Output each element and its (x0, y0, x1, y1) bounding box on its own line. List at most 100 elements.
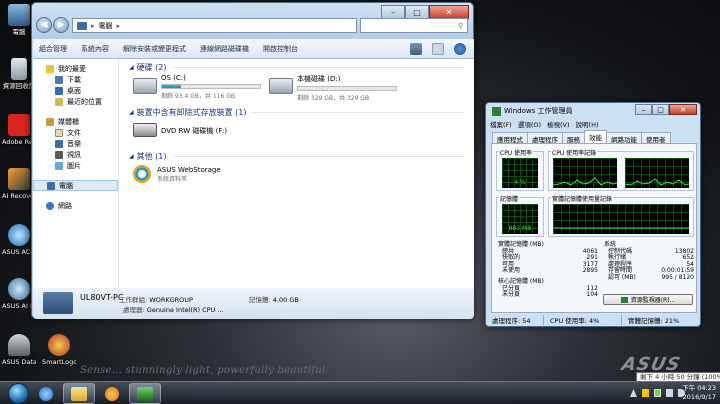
nav-recent-places[interactable]: 最近的位置 (33, 96, 118, 107)
taskbar: 下午 04:23 2016/9/17 (0, 381, 720, 404)
padlock-icon (8, 334, 30, 356)
preview-pane-icon[interactable] (432, 43, 444, 55)
forward-button[interactable]: ▶ (53, 17, 69, 33)
nav-documents[interactable]: 文件 (33, 127, 118, 138)
nav-label: 圖片 (67, 161, 81, 170)
physical-memory-stats: 實體記憶體 (MB) 總共 4061 快取的 291 可用 3177 未使用 2895 (498, 241, 598, 275)
cpu-usage-frame: CPU 使用率 4 % (496, 148, 544, 191)
start-button[interactable] (8, 383, 29, 404)
nav-network[interactable]: 網路 (33, 200, 118, 211)
group-header-removable[interactable]: ◢ 裝置中含有卸除式存放裝置 (1) (129, 107, 464, 118)
explorer-titlebar[interactable]: – □ ✕ ◀ ▶ ▸ 電腦 ▸ ⚲ (32, 3, 473, 39)
show-hidden-icons[interactable] (630, 389, 637, 397)
menu-view[interactable]: 檢視(V) (547, 119, 570, 129)
memory-row: 記憶體: 4.00 GB (249, 294, 299, 304)
system-properties-button[interactable]: 系統內容 (81, 44, 109, 54)
details-pane: UL80VT-PC 工作群組: WORKGROUP 記憶體: 4.00 GB 處… (33, 288, 474, 319)
tab-performance[interactable]: 效能 (584, 130, 607, 143)
computer-name: UL80VT-PC (80, 293, 124, 302)
button-label: 資源監視器(R)... (630, 297, 676, 304)
computer-icon (47, 181, 55, 190)
task-manager-titlebar[interactable]: Windows 工作管理員 (492, 106, 572, 116)
internet-explorer-icon (39, 386, 53, 401)
status-processes: 處理程序: 54 (486, 315, 544, 325)
media-player-icon (105, 386, 119, 401)
minimize-button[interactable]: – (381, 5, 405, 19)
drive-c[interactable]: OS (C:) 剩餘 93.4 GB，共 116 GB (133, 74, 261, 100)
close-button[interactable]: ✕ (669, 104, 697, 115)
organize-button[interactable]: 組合管理 (39, 44, 67, 54)
drive-usage-bar (161, 84, 261, 89)
computer-icon (77, 21, 87, 30)
frame-caption: CPU 使用率記錄 (551, 148, 598, 157)
maximize-button[interactable]: □ (652, 104, 669, 115)
taskbar-explorer[interactable] (63, 383, 95, 404)
processor-row: 處理器: Genuine Intel(R) CPU ... (123, 304, 224, 314)
collapse-icon: ◢ (129, 153, 134, 160)
drive-d[interactable]: 本機磁碟 (D:) 剩餘 329 GB，共 329 GB (269, 74, 397, 102)
tab-applications[interactable]: 應用程式 (492, 132, 528, 144)
menu-options[interactable]: 選項(O) (518, 119, 541, 129)
drive-name: OS (C:) (161, 74, 186, 82)
tab-networking[interactable]: 網路功能 (606, 132, 642, 144)
nav-favorites[interactable]: 我的最愛 (33, 63, 118, 74)
window-controls: – □ ✕ (381, 5, 469, 19)
stat-value: 104 (586, 291, 598, 299)
computer-icon (43, 292, 73, 314)
desktop-icon-smartlogon[interactable]: SmartLogon Manager (42, 334, 76, 366)
menu-bar: 檔案(F) 選項(O) 檢視(V) 說明(H) (490, 119, 599, 129)
star-icon (46, 64, 54, 73)
nav-label: 桌面 (67, 86, 81, 95)
minimize-button[interactable]: – (635, 104, 652, 115)
navigation-pane: 我的最愛 下載 桌面 最近的位置 媒體櫃 文件 音樂 視訊 圖片 電腦 網路 (33, 59, 119, 288)
task-manager-icon (137, 386, 153, 401)
back-button[interactable]: ◀ (36, 17, 52, 33)
desktop-icon-label: SmartLogon Manager (42, 358, 76, 366)
computer-icon (8, 4, 30, 26)
open-control-panel-button[interactable]: 開啟控制台 (263, 44, 298, 54)
nav-desktop[interactable]: 桌面 (33, 85, 118, 96)
dvd-drive-icon (133, 123, 157, 137)
nav-computer[interactable]: 電腦 (33, 180, 118, 191)
battery-icon[interactable] (654, 389, 661, 397)
flag-icon[interactable] (642, 389, 649, 397)
performance-panel: CPU 使用率 4 % CPU 使用率記錄 記憶體 883 MB 實體記憶體使用… (491, 143, 697, 313)
tab-processes[interactable]: 處理程序 (527, 132, 563, 144)
detail-value: WORKGROUP (149, 296, 193, 304)
uninstall-program-button[interactable]: 解除安裝或變更程式 (123, 44, 186, 54)
drive-dvd[interactable]: DVD RW 磁碟機 (F:) (133, 121, 227, 137)
desktop-icon-asus-data-security[interactable]: ASUS Data Security... (2, 334, 36, 366)
menu-help[interactable]: 說明(H) (576, 119, 599, 129)
videos-icon (55, 150, 63, 159)
maximize-button[interactable]: □ (405, 5, 429, 19)
nav-libraries[interactable]: 媒體櫃 (33, 116, 118, 127)
clock[interactable]: 下午 04:23 2016/9/17 (668, 384, 716, 402)
address-bar[interactable]: ▸ 電腦 ▸ (72, 18, 357, 33)
tab-services[interactable]: 服務 (562, 132, 585, 144)
taskbar-media-player[interactable] (96, 383, 128, 404)
taskbar-task-manager[interactable] (129, 383, 161, 404)
tab-users[interactable]: 使用者 (641, 132, 671, 144)
nav-label: 網路 (58, 201, 72, 210)
resource-monitor-button[interactable]: 資源監視器(R)... (603, 294, 693, 305)
nav-label: 下載 (67, 75, 81, 84)
close-button[interactable]: ✕ (429, 5, 469, 19)
asus-webstorage-item[interactable]: ASUS WebStorage 系統資料夾 (133, 164, 221, 183)
group-header-hard-disks[interactable]: ◢ 硬碟 (2) (129, 62, 464, 73)
map-network-drive-button[interactable]: 連線網路磁碟機 (200, 44, 249, 54)
view-options-icon[interactable] (410, 43, 422, 55)
nav-pictures[interactable]: 圖片 (33, 160, 118, 171)
nav-downloads[interactable]: 下載 (33, 74, 118, 85)
nav-videos[interactable]: 視訊 (33, 149, 118, 160)
help-icon[interactable] (454, 43, 466, 55)
menu-file[interactable]: 檔案(F) (490, 119, 512, 129)
nav-music[interactable]: 音樂 (33, 138, 118, 149)
drive-usage-bar (297, 86, 397, 91)
nav-label: 我的最愛 (58, 64, 86, 73)
task-manager-icon (492, 106, 501, 116)
search-input[interactable]: ⚲ (360, 18, 468, 33)
frame-caption: 實體記憶體使用量記錄 (551, 194, 614, 203)
group-title: 硬碟 (2) (136, 63, 167, 72)
group-header-other[interactable]: ◢ 其他 (1) (129, 151, 464, 162)
taskbar-internet-explorer[interactable] (30, 383, 62, 404)
